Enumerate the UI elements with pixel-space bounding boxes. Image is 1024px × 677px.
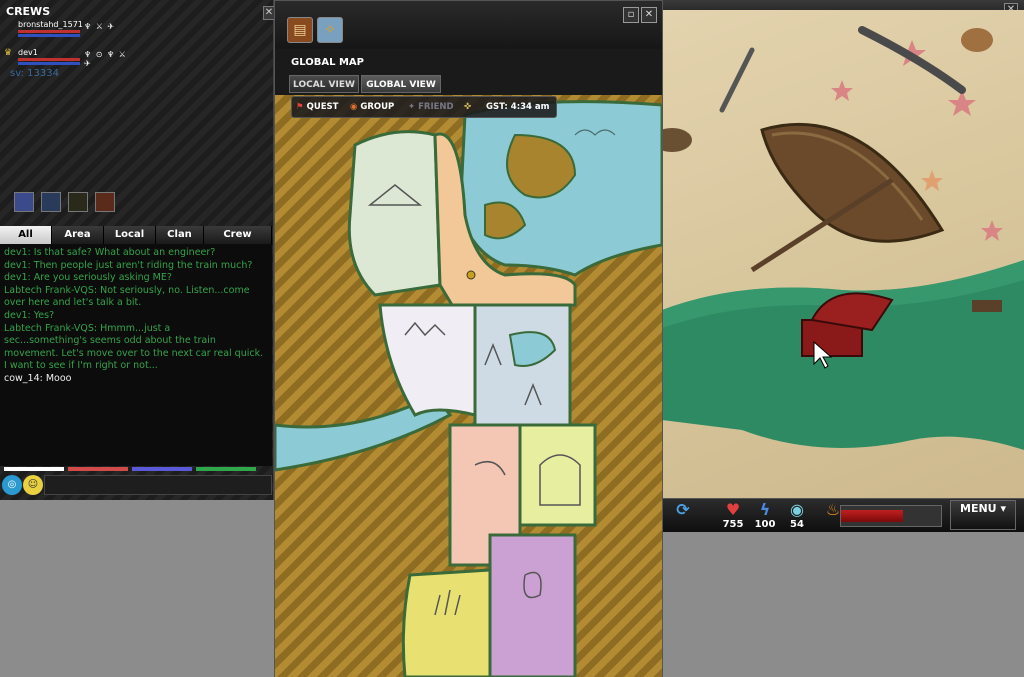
health-value: 755 [722, 519, 744, 530]
chat-line: dev1: Are you seriously asking ME? [4, 272, 172, 284]
beach-scene-art [662, 26, 1024, 450]
rotate-icon[interactable]: ⟳ [668, 501, 698, 531]
driftwood-stick [719, 47, 755, 113]
tab-all[interactable]: All [0, 226, 52, 244]
rock [662, 128, 692, 152]
chat-input[interactable] [44, 475, 272, 495]
crew-member[interactable]: bronstahd_1571 ♆ ⚔ ✈ [4, 20, 134, 42]
lightning-icon: ϟ [759, 500, 771, 519]
region-nw[interactable] [347, 130, 442, 297]
tab-local[interactable]: Local [104, 226, 156, 244]
map-toolbar: ⚑ QUEST ◉ GROUP ✦ FRIEND ✜ GST: 4:34 am [291, 96, 557, 118]
game-time: GST: 4:34 am [486, 102, 550, 112]
world-map [275, 100, 662, 677]
menu-button[interactable]: MENU ▾ [950, 500, 1016, 530]
chat-channel-colors [4, 467, 256, 471]
region-yellowgreen[interactable] [518, 423, 597, 527]
map-canvas[interactable] [275, 95, 662, 677]
global-map-window: ▤ ✧ ▫ ✕ GLOBAL MAP LOCAL VIEW GLOBAL VIE… [274, 0, 663, 677]
other-value: 54 [790, 519, 804, 530]
rock [961, 28, 993, 52]
group-filter[interactable]: ◉ GROUP [350, 97, 394, 117]
tab-area[interactable]: Area [52, 226, 104, 244]
ability-slots [14, 192, 117, 214]
crown-icon: ♛ [4, 48, 13, 58]
flag-icon: ⚑ [296, 102, 304, 112]
driftwood [858, 26, 966, 94]
health-stat: ♥ 755 [718, 501, 748, 531]
ability-slot[interactable] [95, 192, 116, 212]
energy-stat: ϟ 100 [750, 501, 780, 531]
member-energy-bar [18, 34, 80, 37]
tab-local-view[interactable]: LOCAL VIEW [289, 75, 359, 93]
energy-value: 100 [754, 519, 776, 530]
player-location-marker[interactable] [466, 270, 476, 280]
compass-icon[interactable]: ✧ [317, 17, 343, 43]
region-white[interactable] [378, 303, 477, 417]
chat-line: Labtech Frank-VQS: Not seriously, no. Li… [4, 284, 250, 296]
region-yellow[interactable] [401, 568, 492, 677]
chat-line: dev1: Is that safe? What about an engine… [4, 247, 216, 258]
friend-icon: ✦ [408, 102, 416, 112]
channel-color-bar[interactable] [68, 467, 128, 471]
channel-color-bar[interactable] [196, 467, 256, 471]
region-purple[interactable] [488, 533, 577, 677]
tab-crew[interactable]: Crew [204, 226, 272, 244]
channel-color-bar[interactable] [4, 467, 64, 471]
chat-line: I want to see if I'm right or not... [4, 360, 158, 372]
emote-smiley-icon[interactable]: ☺ [23, 475, 43, 495]
chat-line: cow_14: Mooo [4, 372, 72, 384]
crews-title: CREWS [6, 5, 51, 18]
member-energy-bar [18, 62, 80, 65]
crews-chat-panel: ✕ CREWS bronstahd_1571 ♆ ⚔ ✈ ♛ dev1 ♆ ⊙ … [0, 0, 275, 500]
game-scene[interactable] [662, 10, 1024, 498]
game-screen: ✕ [0, 0, 1024, 677]
close-icon[interactable]: ✕ [641, 7, 657, 23]
tab-global-view[interactable]: GLOBAL VIEW [361, 75, 441, 93]
member-name: bronstahd_1571 [18, 20, 83, 29]
channel-color-bar[interactable] [132, 467, 192, 471]
chat-line: Labtech Frank-VQS: Hmmm...just a [4, 322, 171, 334]
chat-line: dev1: Yes? [4, 309, 55, 321]
chat-line: dev1: Then people just aren't riding the… [4, 259, 253, 271]
minimize-icon[interactable]: ▫ [623, 7, 639, 23]
friend-filter[interactable]: ✦ FRIEND [408, 97, 454, 117]
quest-book-icon[interactable]: ▤ [287, 17, 313, 43]
member-name: dev1 [18, 48, 38, 57]
heart-icon: ♥ [725, 500, 741, 519]
heat-bar-fill [841, 510, 903, 522]
map-window-header: ▤ ✧ ▫ ✕ [275, 1, 662, 49]
chat-line: over here and let's talk a bit. [4, 297, 142, 309]
crew-member[interactable]: ♛ dev1 ♆ ⊙ ♆ ⚔ ✈ [4, 48, 134, 70]
group-icon: ◉ [350, 102, 358, 112]
member-health-bar [18, 30, 80, 33]
ability-slot[interactable] [14, 192, 34, 212]
chat-line: movement. Let's move over to the next ca… [4, 347, 264, 359]
heat-bar [840, 505, 942, 527]
map-title: GLOBAL MAP [291, 57, 364, 68]
tab-clan[interactable]: Clan [156, 226, 204, 244]
member-health-bar [18, 58, 80, 61]
plank [972, 300, 1002, 312]
ability-slot[interactable] [68, 192, 89, 212]
chat-tabs: All Area Local Clan Crew [0, 226, 272, 244]
chat-line: sec...something's seems odd about the tr… [4, 335, 216, 347]
compass-icon: ◉ [790, 500, 804, 519]
chat-mode-icon[interactable]: ◎ [2, 475, 22, 495]
member-status-icons: ♆ ⚔ ✈ [84, 22, 116, 31]
rowboat [760, 122, 945, 243]
ability-slot[interactable] [41, 192, 62, 212]
member-sv: sv: 13334 [10, 68, 59, 79]
chat-log[interactable]: dev1: Is that safe? What about an engine… [0, 244, 272, 466]
other-stat: ◉ 54 [782, 501, 812, 531]
quest-filter[interactable]: ⚑ QUEST [296, 97, 338, 117]
member-status-icons: ♆ ⊙ ♆ ⚔ ✈ [84, 50, 127, 68]
compass-rose-icon[interactable]: ✜ [464, 97, 471, 117]
